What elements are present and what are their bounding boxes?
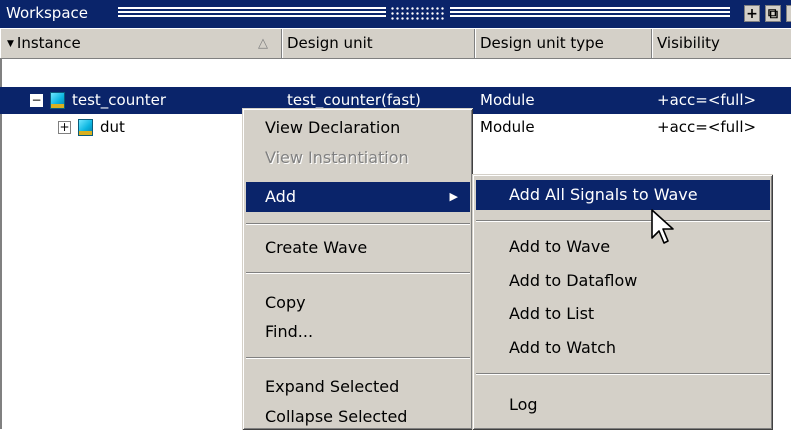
menu-separator [246,223,470,225]
menu-item-log[interactable]: Log [473,390,773,420]
menu-item-expand-selected[interactable]: Expand Selected [243,372,473,402]
design-unit-value: test_counter(fast) [287,91,421,109]
menu-item-copy[interactable]: Copy [243,288,473,318]
add-submenu: Add All Signals to Wave Add to Wave Add … [472,174,773,430]
context-menu: View Declaration View Instantiation Add … [242,108,473,430]
menu-separator [476,220,770,222]
instance-name: test_counter [72,91,167,109]
column-instance[interactable]: ▼ Instance △ [0,29,282,58]
sort-ascending-icon: △ [258,36,268,51]
design-unit-type-value: Module [480,118,535,136]
menu-item-add-to-watch[interactable]: Add to Watch [473,333,773,363]
menu-separator [476,373,770,375]
submenu-arrow-icon: ▶ [449,190,458,203]
collapse-icon[interactable]: − [30,94,43,107]
visibility-value: +acc=<full> [657,91,757,109]
menu-item-add-to-list[interactable]: Add to List [473,299,773,329]
menu-item-create-wave[interactable]: Create Wave [243,233,473,263]
column-instance-label: Instance [16,34,81,52]
menu-item-view-declaration[interactable]: View Declaration [243,113,473,143]
menu-separator [246,272,470,274]
column-design-unit[interactable]: Design unit [282,29,475,58]
menu-item-add-all-signals-label: Add All Signals to Wave [509,185,698,204]
module-icon [78,119,93,136]
column-menu-icon[interactable]: ▼ [7,30,14,58]
menu-item-view-instantiation: View Instantiation [265,148,409,167]
column-design-unit-type-label: Design unit type [480,34,604,52]
menu-item-add-all-signals[interactable]: Add All Signals to Wave [476,180,770,210]
column-visibility-label: Visibility [657,34,720,52]
column-design-unit-type[interactable]: Design unit type [475,29,652,58]
drag-handle[interactable] [390,6,446,20]
module-icon [50,92,65,109]
column-header: ▼ Instance △ Design unit Design unit type… [0,29,791,59]
instance-name: dut [100,118,125,136]
expand-icon[interactable]: + [58,121,71,134]
menu-separator [246,357,470,359]
undock-button[interactable]: ⧉ [765,5,781,22]
menu-item-add-label: Add [265,187,296,206]
design-unit-type-value: Module [480,91,535,109]
menu-item-add-to-wave[interactable]: Add to Wave [473,232,773,262]
menu-item-find[interactable]: Find... [243,317,473,347]
workspace-titlebar[interactable]: Workspace + ⧉ [0,0,791,28]
visibility-value: +acc=<full> [657,118,757,136]
mouse-pointer-icon [651,209,674,244]
menu-item-add[interactable]: Add ▶ [246,182,470,212]
menu-item-add-to-dataflow[interactable]: Add to Dataflow [473,266,773,296]
titlebar-grip-right [450,7,730,19]
titlebar-grip-left [118,7,386,19]
close-pane-button[interactable] [786,5,791,22]
column-visibility[interactable]: Visibility [652,29,791,58]
workspace-title: Workspace [6,4,88,22]
menu-item-collapse-selected[interactable]: Collapse Selected [243,402,473,432]
column-design-unit-label: Design unit [287,34,373,52]
add-pane-button[interactable]: + [744,5,760,22]
